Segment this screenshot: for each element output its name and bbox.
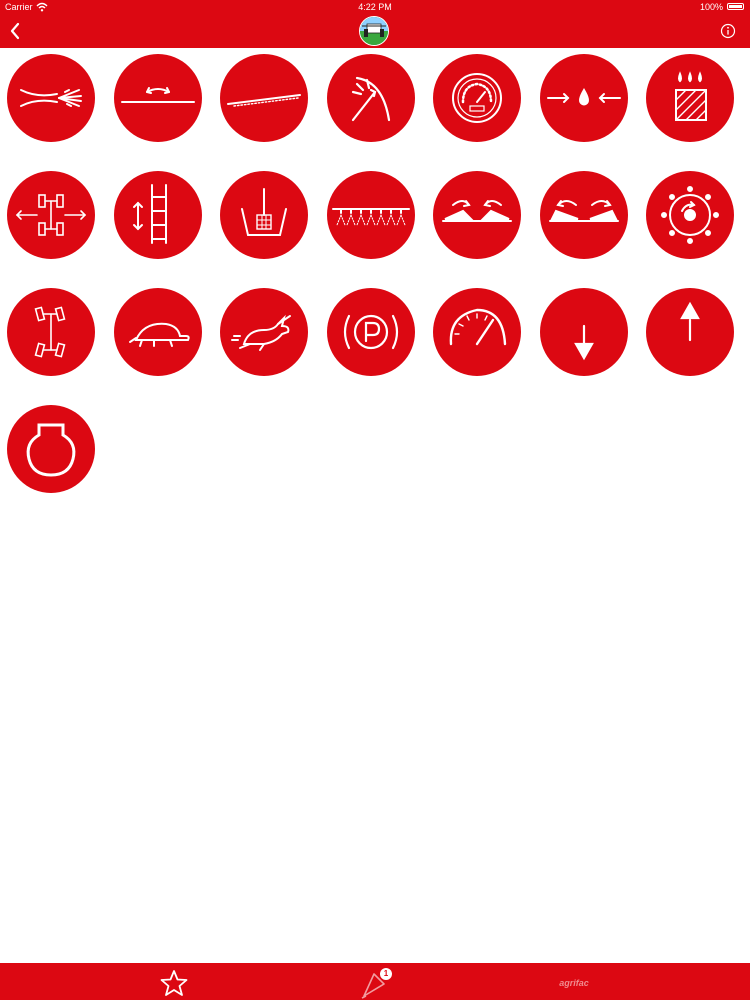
info-button[interactable] <box>720 23 736 39</box>
star-icon <box>160 970 188 996</box>
status-time: 4:22 PM <box>358 2 392 12</box>
ladder-icon <box>132 184 167 244</box>
symbol-button[interactable] <box>220 54 308 142</box>
tab-alerts[interactable]: 1 <box>358 966 398 1000</box>
battery-icon <box>727 3 744 10</box>
symbol-button[interactable] <box>539 288 628 376</box>
boom-sections-icon <box>331 208 410 226</box>
symbol-button[interactable] <box>326 288 415 376</box>
tab-favorites[interactable] <box>158 968 190 998</box>
symbol-grid <box>7 54 749 493</box>
symbol-button[interactable] <box>539 171 628 259</box>
filter-basket-icon <box>241 188 287 236</box>
tab-brand[interactable]: agrifac <box>552 976 596 990</box>
symbol-button[interactable] <box>433 171 521 259</box>
pressure-arc-icon <box>351 76 390 122</box>
symbol-button[interactable] <box>326 171 415 259</box>
boom-tilt-icon <box>227 94 301 107</box>
boom-level-icon <box>120 87 195 103</box>
symbol-button[interactable] <box>646 54 734 142</box>
symbol-button[interactable] <box>220 288 308 376</box>
tractor-logo-icon <box>359 16 389 46</box>
symbol-button[interactable] <box>433 288 521 376</box>
nav-bar <box>0 14 750 48</box>
hare-icon <box>231 314 291 351</box>
tank-outline-icon <box>26 423 76 477</box>
tortoise-icon <box>128 322 190 347</box>
spray-nozzle-icon <box>20 89 82 107</box>
four-wheel-steer-icon <box>34 306 66 358</box>
symbol-button[interactable] <box>539 54 628 142</box>
status-bar: Carrier 4:22 PM 100% <box>0 0 750 14</box>
back-button[interactable] <box>4 18 28 44</box>
symbol-button[interactable] <box>7 171 95 259</box>
pressure-gauge-icon <box>452 73 502 123</box>
tab-bar: 1 agrifac <box>0 963 750 1000</box>
megaphone-icon <box>361 973 385 999</box>
track-width-icon <box>15 194 87 236</box>
symbol-button[interactable] <box>7 405 95 493</box>
symbol-button[interactable] <box>113 54 202 142</box>
symbol-button[interactable] <box>433 54 521 142</box>
symbol-button[interactable] <box>646 171 734 259</box>
alerts-badge: 1 <box>380 968 392 980</box>
symbol-button[interactable] <box>113 288 202 376</box>
symbol-button[interactable] <box>220 171 308 259</box>
liquid-pressure-icon <box>546 88 621 106</box>
arrow-up-icon <box>680 301 700 342</box>
speedometer-icon <box>449 308 507 346</box>
boom-fold-in-icon <box>442 200 512 222</box>
symbol-button[interactable] <box>7 288 95 376</box>
info-icon <box>720 23 736 39</box>
symbol-button[interactable] <box>113 171 202 259</box>
chevron-left-icon <box>10 22 20 40</box>
rotation-dial-icon <box>661 186 719 244</box>
battery-percentage: 100% <box>699 2 723 12</box>
tank-fill-icon <box>675 71 707 121</box>
symbol-button[interactable] <box>326 54 415 142</box>
arrow-down-icon <box>573 324 594 361</box>
symbol-button[interactable] <box>7 54 95 142</box>
parking-brake-icon <box>343 314 398 350</box>
boom-fold-out-icon <box>548 200 619 222</box>
symbol-button[interactable] <box>646 288 734 376</box>
